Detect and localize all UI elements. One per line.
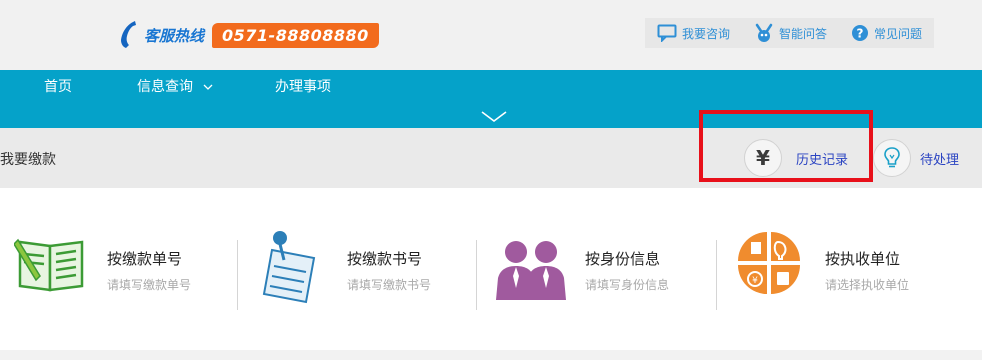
option-subtitle: 请填写缴款单号 <box>107 278 192 292</box>
option-subtitle: 请填写缴款书号 <box>347 278 432 292</box>
option-title: 按缴款单号 <box>107 250 183 268</box>
top-links: 我要咨询 智能问答 ? 常见问题 <box>644 18 934 48</box>
hotline-number: 0571-88808880 <box>212 22 379 48</box>
lightbulb-icon[interactable] <box>873 139 911 177</box>
bottom-strip <box>0 350 982 360</box>
nav-tasks[interactable]: 办理事项 <box>275 76 331 96</box>
faq-link[interactable]: ? 常见问题 <box>839 18 934 48</box>
faq-label: 常见问题 <box>873 26 922 41</box>
smart-qa-link[interactable]: 智能问答 <box>742 18 839 48</box>
chevron-down-icon <box>203 84 213 90</box>
option-subtitle: 请填写身份信息 <box>585 278 670 292</box>
nav-home[interactable]: 首页 <box>44 76 72 96</box>
option-subtitle: 请选择执收单位 <box>825 278 910 292</box>
notebook-pen-icon <box>14 238 84 292</box>
pinned-document-icon <box>262 231 316 304</box>
highlight-box <box>699 110 873 182</box>
chat-bubble-icon <box>657 24 677 42</box>
option-title: 按缴款书号 <box>347 250 423 268</box>
page-title: 我要缴款 <box>0 152 56 168</box>
divider <box>716 240 717 310</box>
people-icon <box>496 241 566 300</box>
expand-chevron-icon[interactable] <box>480 110 508 124</box>
nav-info-query[interactable]: 信息查询 <box>137 76 213 96</box>
top-bar: 客服热线 0571-88808880 我要咨询 智能问答 ? 常见问题 <box>0 0 982 70</box>
robot-icon <box>755 23 773 42</box>
option-title: 按身份信息 <box>585 250 661 268</box>
nav-info-query-label: 信息查询 <box>137 79 193 95</box>
option-by-payment-book[interactable]: 按缴款书号 请填写缴款书号 <box>258 226 458 306</box>
option-by-payment-order[interactable]: 按缴款单号 请填写缴款单号 <box>14 226 214 306</box>
unit-grid-icon: ¥ <box>738 232 800 294</box>
option-title: 按执收单位 <box>825 250 901 268</box>
option-by-collecting-unit[interactable]: ¥ 按执收单位 请选择执收单位 <box>738 226 958 306</box>
svg-text:¥: ¥ <box>752 276 758 286</box>
divider <box>237 240 238 310</box>
phone-icon <box>121 21 136 48</box>
svg-text:?: ? <box>857 27 864 41</box>
hotline: 客服热线 0571-88808880 <box>118 20 379 50</box>
pending-link[interactable]: 待处理 <box>920 149 959 168</box>
option-by-identity[interactable]: 按身份信息 请填写身份信息 <box>496 226 696 306</box>
question-circle-icon: ? <box>851 25 868 41</box>
smart-qa-label: 智能问答 <box>778 26 827 41</box>
consult-label: 我要咨询 <box>681 26 730 41</box>
hotline-label: 客服热线 <box>144 26 205 45</box>
consult-link[interactable]: 我要咨询 <box>645 18 742 48</box>
divider <box>476 240 477 310</box>
